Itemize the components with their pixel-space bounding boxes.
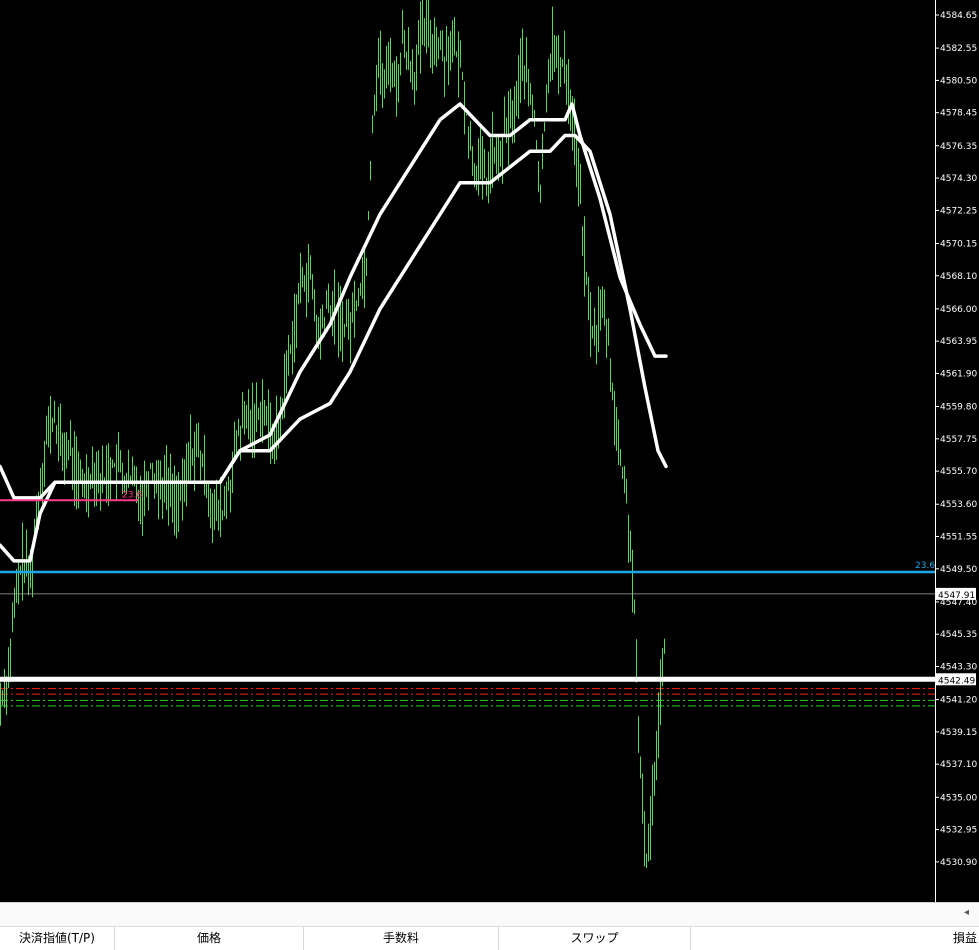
price-tick-label: 4570.15	[940, 239, 977, 249]
price-tick-label: 4568.10	[940, 272, 977, 282]
price-tick-label: 4545.35	[940, 630, 977, 640]
price-tick-label: 4530.90	[940, 858, 977, 868]
price-tick-label: 4532.95	[940, 826, 977, 836]
price-tick-label: 4561.90	[940, 369, 977, 379]
column-header-price[interactable]: 価格	[115, 927, 304, 950]
terminal-panel: ◂ 決済指値(T/P) 価格 手数料 スワップ 損益	[0, 902, 979, 950]
price-tick-label: 4576.35	[940, 142, 977, 152]
column-header-profit[interactable]: 損益	[930, 927, 979, 950]
price-tick-label: 4566.00	[940, 305, 977, 315]
price-tick-label: 4541.20	[940, 696, 977, 706]
price-tick-label: 4578.45	[940, 109, 977, 119]
column-header-row: 決済指値(T/P) 価格 手数料 スワップ 損益	[0, 927, 979, 950]
column-header-commission[interactable]: 手数料	[304, 927, 499, 950]
price-tick-label: 4547.40	[940, 598, 977, 608]
price-tick-label: 4549.50	[940, 565, 977, 575]
price-tick-label: 4555.70	[940, 467, 977, 477]
fib-level-label: 23.6	[915, 561, 935, 571]
price-tick-label: 4539.15	[940, 728, 977, 738]
position-price-tag-text: 4542.49	[938, 676, 975, 686]
horizontal-scrollbar[interactable]: ◂	[0, 903, 979, 927]
moving-average-slow	[0, 133, 668, 563]
price-tick-label: 4551.55	[940, 533, 977, 543]
chart-canvas[interactable]: 23.64547.914542.4923.64584.654582.554580…	[0, 0, 979, 902]
price-tick-label: 4535.00	[940, 793, 977, 803]
column-header-swap[interactable]: スワップ	[499, 927, 691, 950]
price-tick-label: 4580.50	[940, 76, 977, 86]
price-tick-label: 4557.75	[940, 435, 977, 445]
price-tick-label: 4543.30	[940, 663, 977, 673]
price-tick-label: 4537.10	[940, 760, 977, 770]
price-chart[interactable]: 23.6 4547.91 4542.49 23.6 4584.65 4582.55 4580…	[0, 0, 979, 902]
scroll-left-icon[interactable]: ◂	[964, 907, 969, 918]
price-tick-label: 4553.60	[940, 500, 977, 510]
price-tick-label: 4574.30	[940, 174, 977, 184]
pink-level-label: 23.6	[122, 490, 142, 500]
price-tick-label: 4559.80	[940, 403, 977, 413]
price-tick-label: 4563.95	[940, 337, 977, 347]
column-header-tp[interactable]: 決済指値(T/P)	[0, 927, 115, 950]
price-tick-label: 4582.55	[940, 44, 977, 54]
price-tick-label: 4584.65	[940, 11, 977, 21]
price-tick-label: 4572.25	[940, 206, 977, 216]
